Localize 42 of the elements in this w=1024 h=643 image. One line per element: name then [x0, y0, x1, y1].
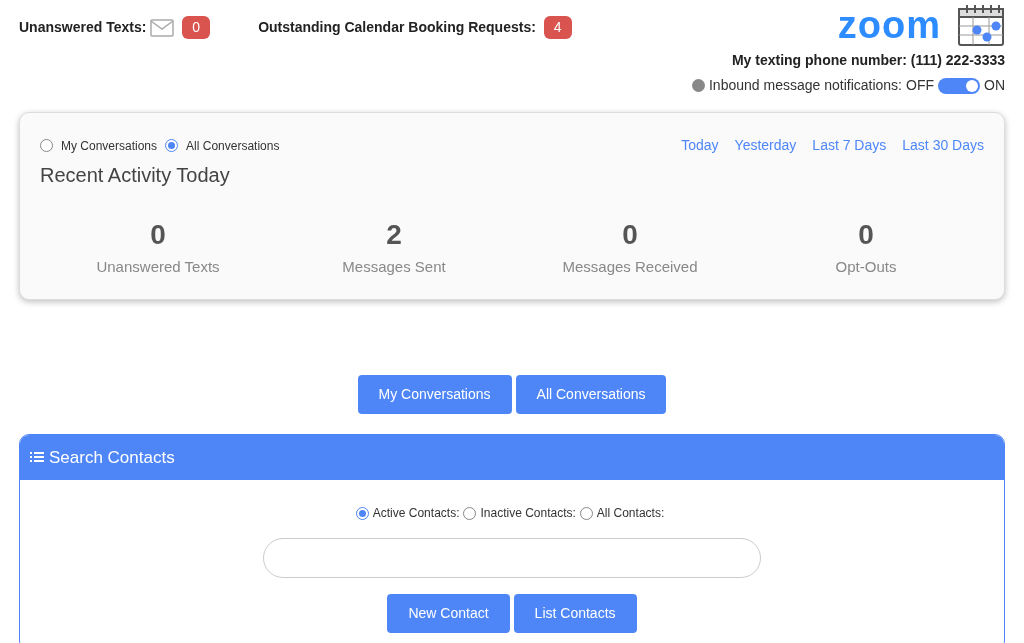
stat-label: Unanswered Texts	[95, 257, 221, 277]
radio-button[interactable]	[165, 139, 179, 152]
logo: zoom	[837, 6, 941, 44]
date-range-link[interactable]: Yesterday	[734, 135, 797, 156]
stat-label: Opt-Outs	[834, 257, 898, 277]
stat-label: Messages Received	[561, 257, 699, 277]
calendar-icon[interactable]	[957, 4, 1005, 46]
phone-number-label: My texting phone number: (111) 222-3333	[731, 51, 1005, 70]
stat-value: 0	[857, 218, 875, 252]
radio-label: Inactive Contacts:	[480, 505, 576, 522]
date-range-link[interactable]: Last 30 Days	[902, 135, 984, 156]
count-badge: 4	[543, 16, 572, 39]
contact-button[interactable]: List Contacts	[513, 594, 637, 633]
date-range-link[interactable]: Today	[681, 135, 719, 156]
date-range-link[interactable]: Last 7 Days	[812, 135, 887, 156]
radio-button[interactable]	[40, 139, 53, 152]
stat-label: Messages Sent	[341, 257, 447, 277]
on-label: ON	[984, 76, 1005, 95]
unanswered-label: Unanswered Texts:	[19, 18, 147, 37]
radio-button[interactable]	[355, 506, 369, 520]
radio-button[interactable]	[579, 506, 593, 520]
radio-label: Active Contacts:	[372, 505, 460, 522]
envelope-icon[interactable]	[150, 18, 175, 37]
radio-button[interactable]	[463, 506, 477, 520]
booking-requests-label: Outstanding Calendar Booking Requests:	[258, 18, 536, 37]
radio-label: All Conversations	[186, 137, 280, 155]
search-field[interactable]	[263, 538, 761, 578]
stat-value: 0	[621, 218, 639, 252]
stat-value: 0	[149, 218, 167, 252]
contact-button[interactable]: New Contact	[387, 594, 510, 633]
off-label: OFF	[906, 76, 934, 95]
list-icon	[30, 451, 44, 464]
card-title: Search Contacts	[49, 446, 175, 469]
stat-value: 2	[385, 218, 403, 252]
conversations-button[interactable]: All Conversations	[515, 374, 667, 414]
notifications-label: Inbound message notifications:	[709, 76, 902, 95]
section-title: Recent Activity Today	[40, 163, 231, 188]
conversations-button[interactable]: My Conversations	[357, 374, 512, 414]
notifications-toggle[interactable]	[938, 77, 980, 94]
count-badge: 0	[182, 16, 211, 39]
radio-label: My Conversations	[61, 137, 158, 155]
radio-label: All Contacts:	[596, 505, 665, 522]
